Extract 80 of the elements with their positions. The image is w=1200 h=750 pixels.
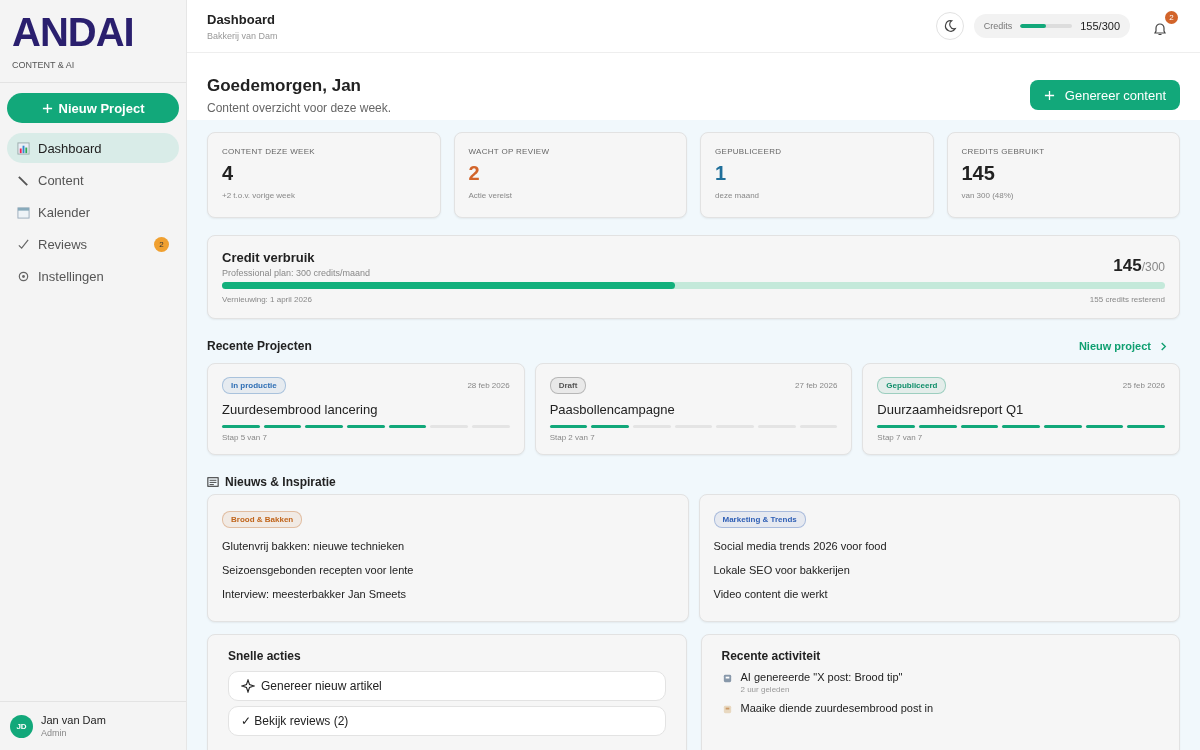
activity-time: 2 uur geleden [740, 685, 791, 694]
moon-icon [942, 19, 957, 33]
notification-badge: 2 [1165, 11, 1178, 24]
stat-note: Actie vereist [468, 191, 514, 200]
news-link[interactable]: Video content die werkt [713, 588, 828, 600]
activity-text: Maaike diende zuurdesembrood post in [740, 702, 934, 714]
stat-label: CREDITS GEBRUIKT [961, 147, 1046, 156]
plus-icon [41, 102, 53, 114]
sidebar-item[interactable]: Reviews 2 [7, 229, 179, 259]
stat-value: 4 [222, 162, 235, 185]
credits-label: Credits [983, 21, 1013, 31]
check-icon [17, 237, 30, 251]
stat-note: van 300 (48%) [961, 191, 1015, 200]
user-role: Admin [41, 728, 68, 738]
card-subtitle: Professional plan: 300 credits/maand [222, 268, 371, 278]
project-card[interactable]: Gepubliceerd 25 feb 2026 Duurzaamheidsreport Q1 Stap 7 van 7 [862, 363, 1180, 455]
stat-value: 2 [468, 162, 481, 185]
project-date: 28 feb 2026 [467, 381, 510, 390]
theme-toggle-button[interactable] [935, 12, 964, 40]
card-title: Snelle acties [228, 649, 302, 663]
project-name: Zuurdesembrood lancering [222, 402, 379, 417]
step-label: Stap 5 van 7 [222, 433, 268, 442]
stat-value: 145 [961, 162, 996, 185]
quick-action-button[interactable]: Genereer nieuw artikel [228, 671, 666, 701]
page-title: Dashboard [207, 11, 276, 27]
user-name: Jan van Dam [41, 714, 106, 726]
news-link[interactable]: Social media trends 2026 voor food [713, 540, 887, 552]
greeting-subtitle: Content overzicht voor deze week. [207, 101, 392, 115]
category-tag: Brood & Bakken [222, 511, 303, 528]
status-tag: Gepubliceerd [877, 377, 947, 394]
calendar-icon [17, 205, 30, 219]
user-avatar: JD [10, 714, 33, 738]
project-card[interactable]: Draft 27 feb 2026 Paasbollencampagne Stap 2 van 7 [534, 363, 853, 455]
stat-label: GEPUBLICEERD [715, 147, 783, 156]
stat-label: WACHT OP REVIEW [468, 147, 551, 156]
step-label: Stap 2 van 7 [549, 433, 596, 442]
project-name: Duurzaamheidsreport Q1 [877, 402, 1025, 417]
sidebar-item[interactable]: Content [7, 165, 179, 195]
sparkle-icon [241, 679, 255, 693]
logo-tagline: CONTENT & AI [12, 60, 76, 70]
credits-reading: 155/300 [1080, 20, 1120, 32]
status-tag: Draft [549, 377, 587, 394]
stat-note: +2 t.o.v. vorige week [222, 191, 296, 200]
quick-action-button[interactable]: ✓ Bekijk reviews (2) [228, 706, 666, 736]
sidebar-item[interactable]: Instellingen [7, 261, 179, 291]
stat-value: 1 [715, 162, 728, 185]
section-title: Nieuws & Inspiratie [225, 475, 336, 489]
project-date: 25 feb 2026 [1122, 381, 1165, 390]
news-link[interactable]: Seizoensgebonden recepten voor lente [222, 564, 414, 576]
renewal-date: Vernieuwing: 1 april 2026 [222, 295, 312, 304]
category-tag: Marketing & Trends [713, 511, 806, 528]
sidebar-item[interactable]: Kalender [7, 197, 179, 227]
news-link[interactable]: Glutenvrij bakken: nieuwe technieken [222, 540, 405, 552]
logo: ANDAI [12, 10, 135, 54]
project-card[interactable]: In productie 28 feb 2026 Zuurdesembrood lancering Stap 5 van 7 [207, 363, 525, 455]
chevron-icon [1159, 341, 1168, 351]
activity-text: AI genereerde "X post: Brood tip" [740, 671, 903, 683]
card-title: Credit verbruik [222, 250, 316, 265]
news-link[interactable]: Interview: meesterbakker Jan Smeets [222, 588, 407, 600]
news-link[interactable]: Lokale SEO voor bakkerijen [713, 564, 850, 576]
stat-note: deze maand [715, 191, 761, 200]
bell-icon[interactable] [1152, 21, 1168, 37]
bar-chart-icon [17, 141, 30, 155]
project-name: Paasbollencampagne [549, 402, 676, 417]
count-badge: 2 [154, 236, 169, 252]
stat-label: CONTENT DEZE WEEK [222, 147, 316, 156]
greeting-title: Goedemorgen, Jan [207, 76, 362, 96]
newspaper-icon [207, 476, 219, 488]
card-title: Recente activiteit [721, 649, 822, 663]
status-tag: In productie [222, 377, 286, 394]
step-label: Stap 7 van 7 [877, 433, 924, 442]
plus-icon [1043, 89, 1055, 101]
pencil-icon [17, 173, 30, 187]
section-title: Recente Projecten [207, 339, 312, 353]
credits-remaining: 155 credits resterend [1089, 295, 1165, 304]
settings-icon [17, 269, 30, 283]
project-date: 27 feb 2026 [795, 381, 838, 390]
page-subtitle: Bakkerij van Dam [207, 30, 278, 41]
credit-count: 145/300 [1113, 256, 1165, 276]
sidebar-item[interactable]: Dashboard [7, 133, 179, 163]
